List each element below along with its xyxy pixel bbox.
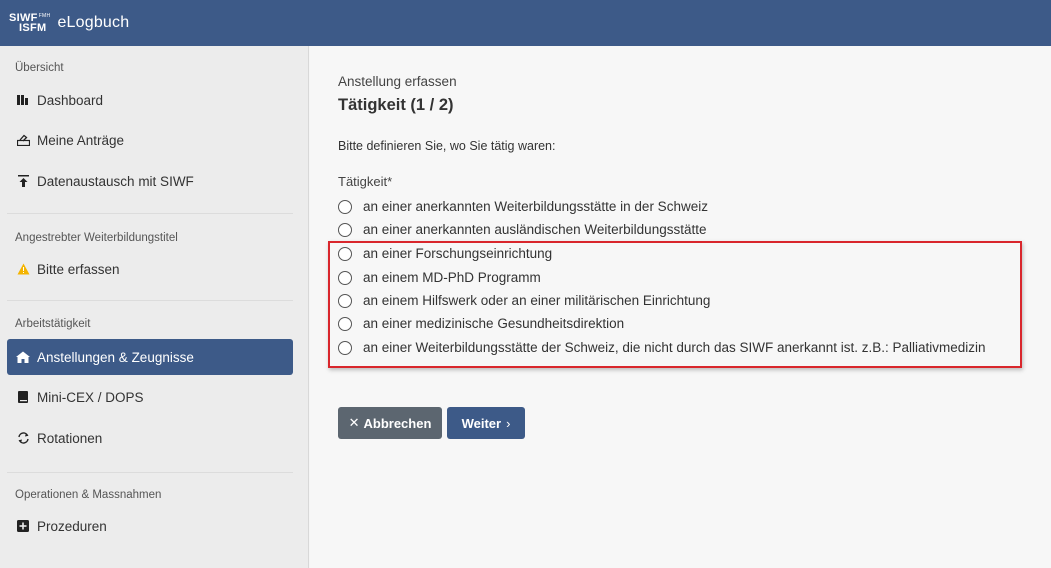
sidebar-item-mini-cex[interactable]: Mini-CEX / DOPS: [7, 379, 293, 415]
chevron-right-icon: ›: [506, 415, 511, 431]
sidebar-section-title: Angestrebter Weiterbildungstitel: [15, 232, 178, 244]
sidebar-item-label: Datenaustausch mit SIWF: [37, 173, 194, 189]
radio-option-label: an einer anerkannten ausländischen Weite…: [363, 222, 707, 237]
sidebar: Übersicht Dashboard Meine Anträge Datena…: [0, 46, 309, 568]
plus-square-icon: [16, 519, 30, 533]
sidebar-divider: [7, 300, 293, 301]
radio-option-label: an einer anerkannten Weiterbildungsstätt…: [363, 199, 708, 214]
highlight-box: [328, 241, 1022, 368]
upload-icon: [16, 174, 30, 188]
radio-button[interactable]: [338, 199, 352, 214]
sidebar-item-bitte-erfassen[interactable]: Bitte erfassen: [7, 251, 293, 287]
sidebar-divider: [7, 472, 293, 473]
logo-text-fmh: FMH: [38, 13, 51, 19]
sidebar-item-rotationen[interactable]: Rotationen: [7, 420, 293, 456]
sidebar-item-anstellungen[interactable]: Anstellungen & Zeugnisse: [7, 339, 293, 375]
cancel-button-label: Abbrechen: [363, 415, 432, 431]
close-icon: ✕: [348, 415, 360, 430]
sidebar-item-label: Prozeduren: [37, 518, 107, 534]
sidebar-item-prozeduren[interactable]: Prozeduren: [7, 508, 293, 544]
sidebar-item-label: Mini-CEX / DOPS: [37, 389, 144, 405]
warning-icon: [16, 262, 30, 276]
page-title: Tätigkeit (1 / 2): [338, 96, 454, 114]
app-title: eLogbuch: [57, 14, 130, 31]
next-button-label: Weiter: [461, 415, 502, 431]
top-bar: SIWF FMH ISFM eLogbuch: [0, 0, 1051, 46]
rotate-icon: [16, 431, 30, 445]
form-icon: [16, 133, 30, 147]
sidebar-section-title: Übersicht: [15, 62, 64, 74]
sidebar-section-title: Operationen & Massnahmen: [15, 489, 162, 501]
radio-option[interactable]: an einer anerkannten Weiterbildungsstätt…: [338, 199, 708, 214]
sidebar-item-dashboard[interactable]: Dashboard: [7, 82, 293, 118]
sidebar-section-title: Arbeitstätigkeit: [15, 318, 91, 330]
sidebar-item-meine-antraege[interactable]: Meine Anträge: [7, 122, 293, 158]
cancel-button[interactable]: ✕ Abbrechen: [338, 407, 442, 439]
sidebar-item-label: Anstellungen & Zeugnisse: [37, 349, 194, 365]
sidebar-item-label: Dashboard: [37, 92, 104, 108]
dashboard-icon: [16, 93, 30, 107]
next-button[interactable]: Weiter ›: [447, 407, 525, 439]
sidebar-divider: [7, 213, 293, 214]
logo-text-isfm: ISFM: [19, 22, 47, 34]
page-subtitle: Anstellung erfassen: [338, 74, 457, 89]
radio-button[interactable]: [338, 222, 352, 237]
house-icon: [16, 350, 30, 364]
sidebar-item-label: Rotationen: [37, 430, 103, 446]
intro-text: Bitte definieren Sie, wo Sie tätig waren…: [338, 139, 556, 153]
sidebar-item-label: Bitte erfassen: [37, 261, 120, 277]
siwf-logo[interactable]: SIWF FMH ISFM: [9, 13, 51, 34]
sidebar-item-datenaustausch[interactable]: Datenaustausch mit SIWF: [7, 163, 293, 199]
book-icon: [16, 390, 30, 404]
sidebar-item-label: Meine Anträge: [37, 132, 125, 148]
main-content: Anstellung erfassen Tätigkeit (1 / 2) Bi…: [310, 46, 1051, 568]
field-label-taetigkeit: Tätigkeit*: [338, 174, 393, 189]
radio-option[interactable]: an einer anerkannten ausländischen Weite…: [338, 222, 706, 237]
